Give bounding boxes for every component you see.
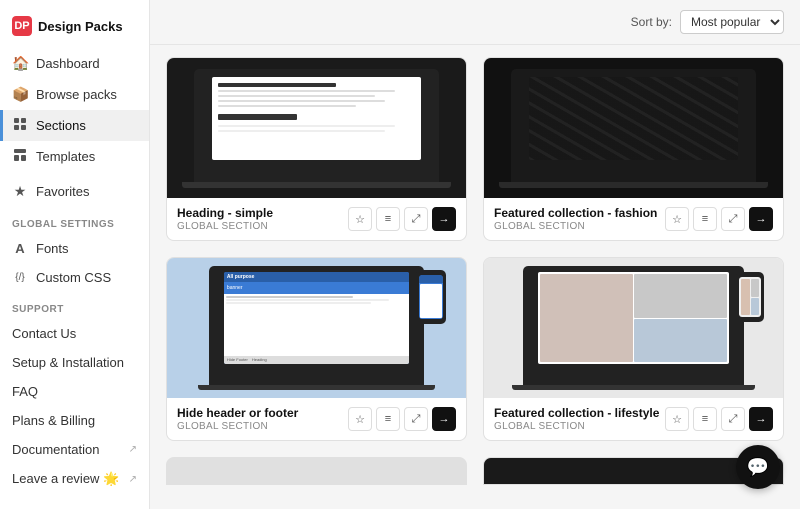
favorite-button[interactable]: ☆ (665, 207, 689, 231)
sidebar-item-label: Contact Us (12, 326, 76, 341)
card-info: Featured collection - lifestyle GLOBAL S… (494, 406, 659, 432)
add-button[interactable]: → (749, 407, 773, 431)
external-button[interactable]: ⤢ (404, 407, 428, 431)
card-name: Featured collection - lifestyle (494, 406, 659, 420)
sidebar-item-favorites[interactable]: ★ Favorites (0, 176, 149, 207)
sort-by-label: Sort by: (631, 15, 672, 29)
sidebar-item-setup[interactable]: Setup & Installation (0, 348, 149, 377)
card-actions: ☆ ≡ ⤢ → (665, 207, 773, 231)
app-header: DP Design Packs (0, 8, 149, 48)
info-button[interactable]: ≡ (376, 407, 400, 431)
card-type: GLOBAL SECTION (494, 221, 657, 232)
card-thumbnail (484, 58, 783, 198)
sidebar-item-label: FAQ (12, 384, 38, 399)
templates-icon (12, 148, 28, 165)
card-thumbnail (167, 58, 466, 198)
card-thumbnail: All purpose banner Hide Footer Head (167, 258, 466, 398)
sidebar-item-label: Documentation (12, 442, 99, 457)
external-button[interactable]: ⤢ (721, 207, 745, 231)
card-heading-simple: Heading - simple GLOBAL SECTION ☆ ≡ ⤢ → (166, 57, 467, 241)
external-link-icon: ↗ (129, 474, 137, 485)
sidebar-item-label: Dashboard (36, 56, 100, 71)
card-footer: Heading - simple GLOBAL SECTION ☆ ≡ ⤢ → (167, 198, 466, 240)
card-footer: Featured collection - fashion GLOBAL SEC… (484, 198, 783, 240)
sidebar-item-faq[interactable]: FAQ (0, 377, 149, 406)
card-featured-lifestyle: Featured collection - lifestyle GLOBAL S… (483, 257, 784, 441)
sidebar-item-label: Templates (36, 149, 95, 164)
sidebar-item-label: Plans & Billing (12, 413, 95, 428)
add-button[interactable]: → (432, 207, 456, 231)
favorites-icon: ★ (12, 183, 28, 200)
chat-icon: 💬 (747, 457, 769, 478)
cards-grid: Heading - simple GLOBAL SECTION ☆ ≡ ⤢ → (150, 45, 800, 509)
fonts-icon: A (12, 241, 28, 256)
card-name: Featured collection - fashion (494, 206, 657, 220)
app-icon: DP (12, 16, 32, 36)
card-name: Heading - simple (177, 206, 273, 220)
add-button[interactable]: → (749, 207, 773, 231)
card-footer: Hide header or footer GLOBAL SECTION ☆ ≡… (167, 398, 466, 440)
external-link-icon: ↗ (129, 444, 137, 455)
sidebar-item-plans[interactable]: Plans & Billing (0, 406, 149, 435)
sort-select[interactable]: Most popular Newest Oldest A-Z (680, 10, 784, 34)
sidebar-item-dashboard[interactable]: 🏠 Dashboard (0, 48, 149, 79)
sidebar-item-review[interactable]: Leave a review 🌟 ↗ (0, 464, 149, 494)
favorite-button[interactable]: ☆ (665, 407, 689, 431)
card-name: Hide header or footer (177, 406, 298, 420)
card-thumbnail (484, 258, 783, 398)
sidebar-item-contact-us[interactable]: Contact Us (0, 319, 149, 348)
info-button[interactable]: ≡ (376, 207, 400, 231)
card-actions: ☆ ≡ ⤢ → (665, 407, 773, 431)
dashboard-icon: 🏠 (12, 55, 28, 72)
card-info: Heading - simple GLOBAL SECTION (177, 206, 273, 232)
card-type: GLOBAL SECTION (494, 421, 659, 432)
card-info: Featured collection - fashion GLOBAL SEC… (494, 206, 657, 232)
sidebar-item-label: Setup & Installation (12, 355, 124, 370)
favorite-button[interactable]: ☆ (348, 207, 372, 231)
sidebar: DP Design Packs 🏠 Dashboard 📦 Browse pac… (0, 0, 150, 509)
sidebar-item-label: Sections (36, 118, 86, 133)
card-type: GLOBAL SECTION (177, 421, 298, 432)
card-type: GLOBAL SECTION (177, 221, 273, 232)
sidebar-item-label: Custom CSS (36, 270, 111, 285)
card-featured-fashion: Featured collection - fashion GLOBAL SEC… (483, 57, 784, 241)
sidebar-item-browse-packs[interactable]: 📦 Browse packs (0, 79, 149, 110)
sidebar-item-label: Browse packs (36, 87, 117, 102)
info-button[interactable]: ≡ (693, 207, 717, 231)
app-title: Design Packs (38, 19, 123, 34)
main-header: Sort by: Most popular Newest Oldest A-Z (150, 0, 800, 45)
external-button[interactable]: ⤢ (404, 207, 428, 231)
sidebar-item-templates[interactable]: Templates (0, 141, 149, 172)
global-settings-label: GLOBAL SETTINGS (0, 207, 149, 234)
sidebar-item-custom-css[interactable]: {/} Custom CSS (0, 263, 149, 292)
sidebar-item-sections[interactable]: Sections (0, 110, 149, 141)
favorite-button[interactable]: ☆ (348, 407, 372, 431)
card-footer: Featured collection - lifestyle GLOBAL S… (484, 398, 783, 440)
sidebar-item-label: Favorites (36, 184, 89, 199)
external-button[interactable]: ⤢ (721, 407, 745, 431)
sidebar-item-fonts[interactable]: A Fonts (0, 234, 149, 263)
card-actions: ☆ ≡ ⤢ → (348, 207, 456, 231)
browse-packs-icon: 📦 (12, 86, 28, 103)
custom-css-icon: {/} (12, 272, 28, 283)
add-button[interactable]: → (432, 407, 456, 431)
main-content: Sort by: Most popular Newest Oldest A-Z (150, 0, 800, 509)
chat-fab-button[interactable]: 💬 (736, 445, 780, 489)
card-partial-left (166, 457, 467, 485)
sidebar-item-label: Leave a review 🌟 (12, 471, 119, 487)
support-label: SUPPORT (0, 292, 149, 319)
sidebar-item-label: Fonts (36, 241, 69, 256)
info-button[interactable]: ≡ (693, 407, 717, 431)
sidebar-item-docs[interactable]: Documentation ↗ (0, 435, 149, 464)
card-info: Hide header or footer GLOBAL SECTION (177, 406, 298, 432)
card-hide-header-footer: All purpose banner Hide Footer Head (166, 257, 467, 441)
sections-icon (12, 117, 28, 134)
card-actions: ☆ ≡ ⤢ → (348, 407, 456, 431)
